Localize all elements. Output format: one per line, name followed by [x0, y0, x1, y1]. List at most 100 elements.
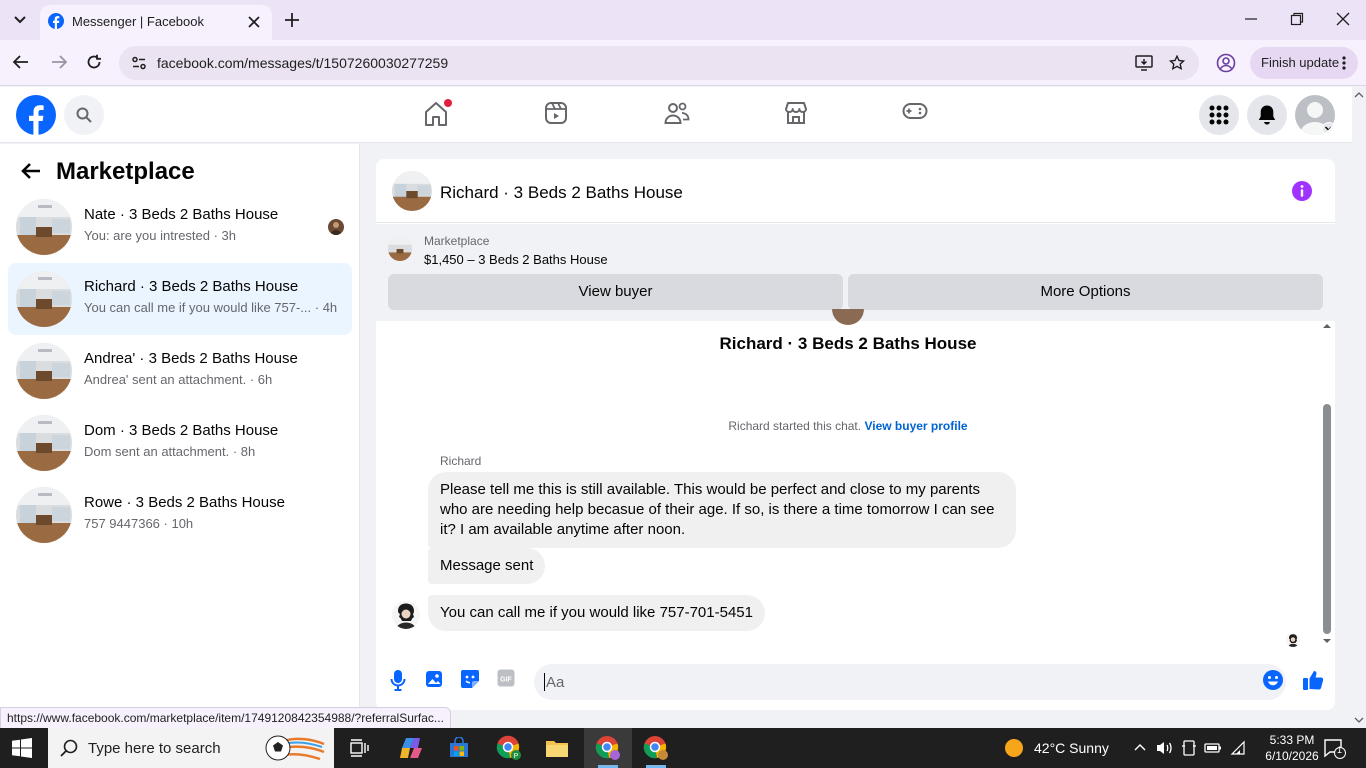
tab-title: Messenger | Facebook: [72, 14, 204, 29]
task-view-button[interactable]: [336, 728, 384, 768]
conversation-item[interactable]: Andrea' · 3 Beds 2 Baths House Andrea' s…: [8, 335, 352, 407]
weather-text[interactable]: 42°C Sunny: [1034, 740, 1109, 756]
info-icon[interactable]: [1292, 181, 1312, 201]
scroll-down-icon[interactable]: [1352, 714, 1366, 726]
windows-start-icon[interactable]: [12, 738, 32, 758]
restore-icon[interactable]: [1290, 12, 1304, 26]
friends-icon[interactable]: [664, 101, 690, 125]
listing-thumbnail-small: [388, 237, 412, 261]
conversation-item[interactable]: Dom · 3 Beds 2 Baths House Dom sent an a…: [8, 407, 352, 479]
sun-weather-icon[interactable]: [1004, 738, 1024, 758]
reload-icon[interactable]: [86, 54, 102, 70]
conversation-preview: You: are you intrested · 3h: [84, 228, 237, 243]
conversation-item-active[interactable]: Richard · 3 Beds 2 Baths House You can c…: [8, 263, 352, 335]
chevron-down-icon: [1324, 126, 1333, 132]
message-bubble[interactable]: Please tell me this is still available. …: [428, 472, 1016, 548]
install-app-icon[interactable]: [1135, 55, 1153, 71]
chrome-profile-app[interactable]: P: [485, 728, 533, 768]
copilot-icon: [400, 738, 422, 758]
address-bar[interactable]: facebook.com/messages/t/1507260030277259: [119, 46, 1199, 80]
chevron-up-icon[interactable]: [1132, 740, 1148, 756]
scroll-up-icon[interactable]: [1320, 321, 1334, 331]
taskbar-search[interactable]: Type here to search: [48, 728, 334, 768]
finish-update-button[interactable]: Finish update: [1250, 47, 1358, 79]
notifications-button[interactable]: [1247, 95, 1287, 135]
finish-update-label: Finish update: [1261, 55, 1340, 70]
back-icon[interactable]: [12, 54, 30, 70]
browser-tab[interactable]: Messenger | Facebook: [40, 5, 272, 40]
message-bubble[interactable]: Message sent: [428, 548, 546, 584]
message-input[interactable]: [534, 664, 1286, 700]
scroll-up-icon[interactable]: [1352, 89, 1366, 101]
sender-avatar[interactable]: [392, 601, 420, 629]
site-info-icon[interactable]: [131, 55, 147, 71]
house-photo-icon: [388, 237, 412, 261]
new-tab-icon[interactable]: [282, 10, 302, 30]
profile-icon[interactable]: [1216, 53, 1236, 73]
volume-icon[interactable]: [1156, 740, 1174, 756]
facebook-search-button[interactable]: [64, 95, 104, 135]
conversation-title: Dom · 3 Beds 2 Baths House: [84, 422, 279, 439]
conversation-preview: You can call me if you would like 757-..…: [84, 300, 338, 315]
more-options-button[interactable]: More Options: [848, 274, 1323, 310]
forward-icon[interactable]: [50, 54, 68, 70]
page-scrollbar[interactable]: [1352, 87, 1366, 728]
battery-icon[interactable]: [1204, 740, 1222, 756]
close-window-icon[interactable]: [1336, 12, 1350, 26]
facebook-favicon-icon: [48, 13, 64, 29]
search-icon: [76, 107, 92, 123]
thread-scrollbar[interactable]: [1320, 321, 1334, 651]
chrome-icon: [643, 736, 668, 760]
tab-search-button[interactable]: [8, 8, 32, 32]
scrollbar-thumb[interactable]: [1323, 404, 1331, 634]
listing-thumbnail: [16, 343, 72, 399]
bell-icon: [1258, 105, 1276, 125]
back-arrow-icon[interactable]: [20, 161, 42, 181]
gif-icon[interactable]: GIF: [497, 669, 515, 687]
notification-icon: [1324, 739, 1346, 759]
scroll-down-icon[interactable]: [1320, 636, 1334, 646]
store-app[interactable]: [435, 728, 483, 768]
search-icon: [60, 739, 78, 757]
facebook-logo-icon[interactable]: [16, 95, 56, 135]
message-bubble[interactable]: You can call me if you would like 757-70…: [428, 595, 765, 631]
account-avatar[interactable]: [1295, 95, 1335, 135]
sticker-icon[interactable]: [460, 669, 480, 689]
listing-price[interactable]: $1,450 – 3 Beds 2 Baths House: [424, 252, 608, 267]
copilot-app[interactable]: [386, 728, 434, 768]
marketplace-icon[interactable]: [784, 101, 808, 125]
wifi-icon[interactable]: [1230, 740, 1248, 756]
notification-center-button[interactable]: 1: [1324, 739, 1346, 759]
listing-thumbnail: [16, 487, 72, 543]
video-icon[interactable]: [544, 101, 568, 125]
bookmark-star-icon[interactable]: [1169, 55, 1185, 71]
conversation-preview: Andrea' sent an attachment. · 6h: [84, 372, 273, 387]
file-explorer-app[interactable]: [533, 728, 581, 768]
emoji-icon[interactable]: [1262, 669, 1284, 691]
view-buyer-button[interactable]: View buyer: [388, 274, 843, 310]
gaming-icon[interactable]: [902, 101, 928, 121]
taskbar-clock[interactable]: 5:33 PM 6/10/2026: [1254, 732, 1330, 764]
like-thumb-icon[interactable]: [1302, 669, 1324, 691]
marketplace-conversation-list: Marketplace Nate · 3 Beds 2 Baths House …: [0, 144, 360, 728]
photo-icon[interactable]: [425, 669, 443, 689]
conversation-preview: Dom sent an attachment. · 8h: [84, 444, 256, 459]
menu-button[interactable]: [1199, 95, 1239, 135]
close-tab-icon[interactable]: [246, 14, 262, 30]
chat-title[interactable]: Richard · 3 Beds 2 Baths House: [440, 183, 683, 203]
chat-started-note: Richard started this chat. View buyer pr…: [376, 419, 1320, 433]
chat-listing-thumbnail[interactable]: [392, 171, 432, 211]
conversation-title: Andrea' · 3 Beds 2 Baths House: [84, 350, 298, 367]
conversation-item[interactable]: Rowe · 3 Beds 2 Baths House 757 9447366 …: [8, 479, 352, 551]
view-buyer-profile-link[interactable]: View buyer profile: [864, 419, 967, 433]
minimize-icon[interactable]: [1244, 12, 1258, 26]
conversation-item[interactable]: Nate · 3 Beds 2 Baths House You: are you…: [8, 191, 352, 263]
text-caret: [544, 673, 545, 691]
device-icon[interactable]: [1182, 740, 1196, 756]
message-composer: GIF: [376, 655, 1335, 710]
clock-date: 6/10/2026: [1265, 749, 1319, 763]
started-text: Richard started this chat.: [728, 419, 862, 433]
microphone-icon[interactable]: [390, 669, 406, 691]
chrome-app-active[interactable]: [584, 728, 632, 768]
chrome-app[interactable]: [632, 728, 680, 768]
